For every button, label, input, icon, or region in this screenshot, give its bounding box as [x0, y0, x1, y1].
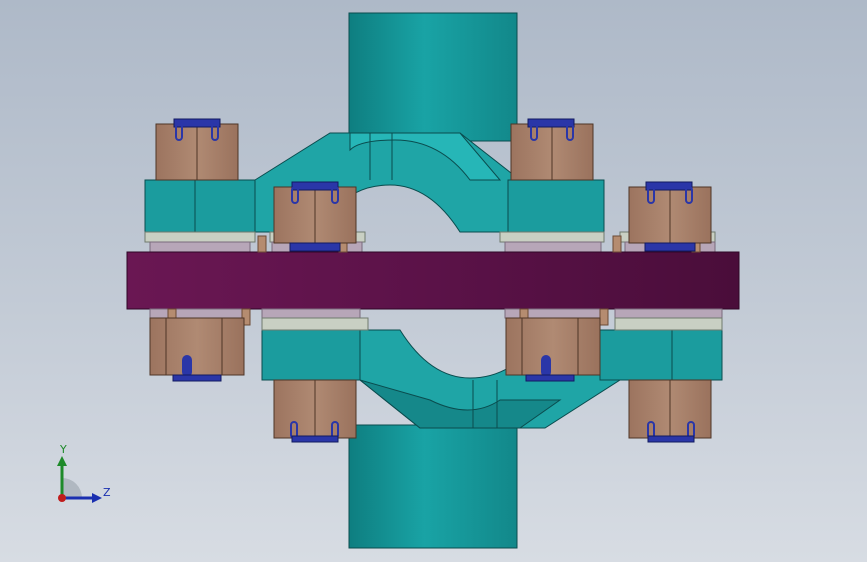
model-view[interactable] [0, 0, 867, 562]
triad-z-label: Z [103, 486, 111, 499]
bolt-block-lower-3[interactable] [273, 379, 357, 443]
lower-left-collar[interactable] [261, 329, 361, 381]
lower-shaft[interactable] [348, 424, 518, 549]
lower-right-collar[interactable] [599, 329, 723, 381]
upper-shaft[interactable] [348, 12, 518, 142]
bolt-block-lower-1[interactable] [149, 317, 245, 382]
bolt-block-upper-3[interactable] [273, 181, 357, 252]
triad-y-label: Y [60, 443, 67, 456]
upper-right-collar[interactable] [507, 179, 605, 233]
graphics-viewport[interactable]: Y Z [0, 0, 867, 562]
lower-shims [149, 308, 723, 319]
bolt-block-lower-2[interactable] [505, 317, 601, 382]
bolt-block-lower-4[interactable] [628, 379, 712, 443]
upper-left-collar[interactable] [144, 179, 256, 233]
bolt-block-upper-4[interactable] [628, 181, 712, 252]
lower-washers [261, 317, 723, 331]
flange-plate[interactable] [126, 251, 740, 310]
bolt-block-upper-1[interactable] [155, 118, 239, 181]
bolt-block-upper-2[interactable] [510, 118, 594, 181]
